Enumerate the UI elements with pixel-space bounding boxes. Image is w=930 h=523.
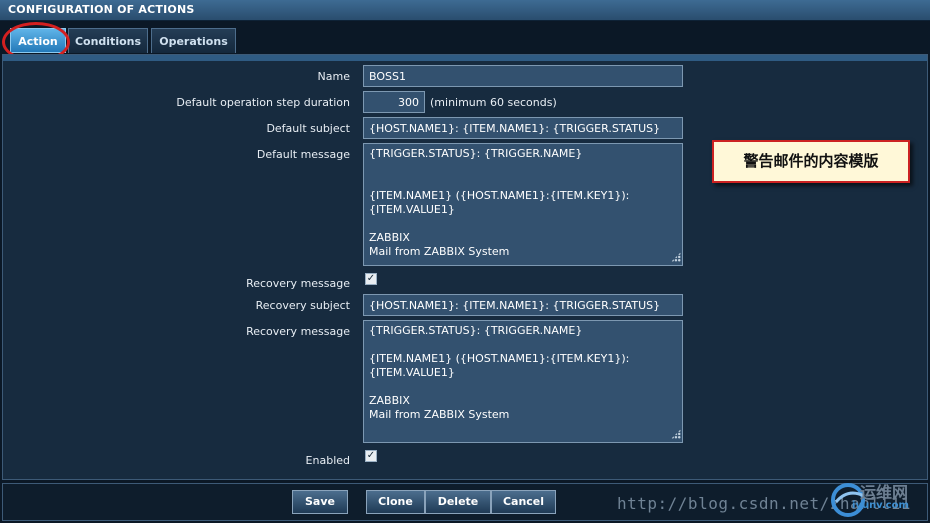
- step-duration-label: Default operation step duration: [176, 96, 350, 109]
- recovery-subject-input[interactable]: [363, 294, 683, 316]
- step-duration-input[interactable]: [363, 91, 425, 113]
- cancel-button[interactable]: Cancel: [491, 490, 556, 514]
- default-message-label: Default message: [256, 148, 350, 161]
- annotation-callout: 警告邮件的内容模版: [712, 140, 910, 183]
- name-label: Name: [317, 70, 350, 83]
- watermark-logo-subtext: iyunv.com: [852, 500, 909, 511]
- recovery-subject-label: Recovery subject: [255, 299, 350, 312]
- step-duration-hint: (minimum 60 seconds): [430, 96, 557, 109]
- clone-button[interactable]: Clone: [366, 490, 425, 514]
- recovery-message-checkbox[interactable]: ✓: [365, 273, 377, 285]
- tab-strip: Action Conditions Operations: [0, 21, 930, 54]
- tab-operations[interactable]: Operations: [151, 28, 236, 53]
- default-subject-label: Default subject: [266, 122, 350, 135]
- panel-header-stripe: [3, 55, 927, 61]
- window-title: CONFIGURATION OF ACTIONS: [8, 3, 195, 16]
- recovery-message-textarea[interactable]: {TRIGGER.STATUS}: {TRIGGER.NAME} {ITEM.N…: [363, 320, 683, 443]
- tab-conditions[interactable]: Conditions: [68, 28, 148, 53]
- delete-button[interactable]: Delete: [425, 490, 491, 514]
- checkmark-icon: ✓: [366, 450, 376, 461]
- default-message-textarea[interactable]: {TRIGGER.STATUS}: {TRIGGER.NAME} {ITEM.N…: [363, 143, 683, 266]
- enabled-checkbox[interactable]: ✓: [365, 450, 377, 462]
- recovery-message-label: Recovery message: [246, 325, 350, 338]
- checkmark-icon: ✓: [366, 273, 376, 284]
- save-button[interactable]: Save: [292, 490, 348, 514]
- name-input[interactable]: [363, 65, 683, 87]
- enabled-label: Enabled: [305, 454, 350, 467]
- tab-action[interactable]: Action: [10, 28, 66, 53]
- window-title-bar: CONFIGURATION OF ACTIONS: [0, 0, 930, 21]
- default-subject-input[interactable]: [363, 117, 683, 139]
- recovery-message-checkbox-label: Recovery message: [246, 277, 350, 290]
